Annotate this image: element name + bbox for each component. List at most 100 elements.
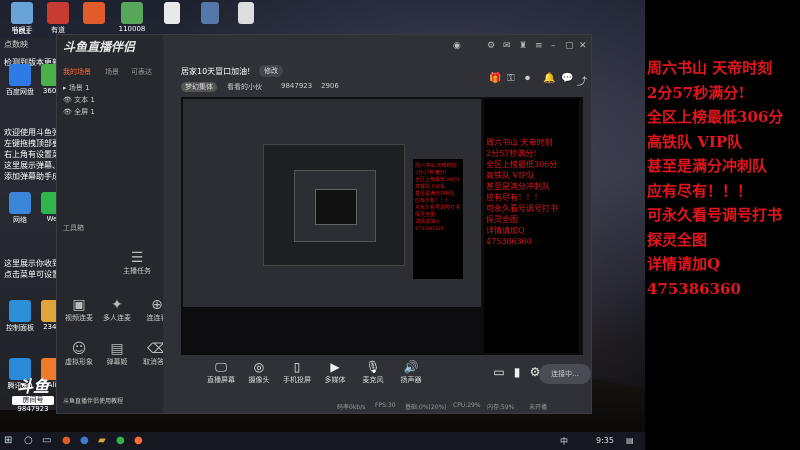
desktop-icon-b[interactable]: DELL: [4, 14, 40, 36]
preview-ad-line-3: 全区上榜最低306分: [486, 160, 558, 169]
users-icon: ✦: [111, 297, 123, 313]
ad-line-1: 周六书山 天帝时刻: [647, 59, 773, 77]
screen-source-button[interactable]: 🖵 直播屏幕: [203, 360, 239, 385]
tutorial-link[interactable]: 斗鱼直播伴侣使用教程: [63, 397, 123, 407]
close-icon[interactable]: ✕: [579, 41, 587, 51]
user-avatar[interactable]: ◉: [453, 41, 461, 51]
ad-line-10: 475386360: [647, 279, 741, 298]
viewer-count-a: 9847923: [281, 82, 313, 90]
multi-link-button[interactable]: ✦ 多人连麦: [97, 297, 137, 323]
avatar-icon: ☺: [71, 341, 87, 357]
task-view-icon[interactable]: ▭: [42, 435, 51, 446]
preview-ad-line-8: 探灵全图: [486, 215, 518, 224]
desktop-icon-d[interactable]: [76, 2, 112, 25]
camera-icon: ◎: [253, 360, 265, 374]
ad-line-3: 全区上榜最低306分: [647, 108, 784, 126]
taskbar: ⊞ ○ ▭ ● ● ▰ ● ● 中 9:35 ▤: [0, 432, 645, 450]
desktop-icon-control-label: 控制面板: [6, 324, 34, 332]
status-cpu-a: 基础:0%(20%): [405, 404, 447, 411]
ad-line-9: 详情请加Q: [647, 255, 721, 273]
speaker-icon: 🔊: [403, 360, 419, 374]
app-main-area: ◉ ⚙ ✉ ♜ ≡ – ▢ ✕ 居家10天冒口加油! 修改 梦幻集体 看看的小伙…: [163, 35, 591, 413]
screen-source-label: 直播屏幕: [207, 376, 235, 384]
phone-icon: ▯: [293, 360, 301, 374]
desktop-icon-h[interactable]: [228, 2, 264, 25]
desktop-icon-baidu[interactable]: 百度网盘: [2, 64, 38, 97]
speaker-label: 扬声器: [400, 376, 422, 384]
preview-ad-nested-line-9: 详情请加Q: [415, 219, 440, 225]
tab-my-scenes[interactable]: 我的场景: [63, 67, 91, 77]
desktop-icon-g[interactable]: [192, 2, 228, 25]
app-logo: 斗鱼直播伴侣: [63, 40, 136, 54]
preview-ad-line-4: 高铁队 VIP队: [486, 171, 535, 180]
microphone-icon: 🎙: [365, 360, 381, 374]
microphone-label: 麦克风: [362, 376, 384, 384]
preview-nested-window: 周六书山 天帝时刻 2分57秒满分! 全区上榜最低306分 高铁队 VIP队 甚…: [183, 99, 481, 307]
scene-item-full[interactable]: 👁 全屏 1: [63, 107, 95, 117]
speaker-button[interactable]: 🔊 扬声器: [393, 360, 429, 385]
game-badge[interactable]: 梦幻集体: [181, 82, 217, 92]
scene-item-text-label: 文本 1: [74, 96, 95, 104]
bell-icon[interactable]: 🔔: [543, 73, 555, 84]
minimize-icon[interactable]: –: [551, 41, 556, 51]
lang-indicator[interactable]: 中: [560, 436, 568, 447]
mail-icon[interactable]: ✉: [503, 41, 511, 51]
microphone-button[interactable]: 🎙 麦克风: [355, 360, 391, 385]
desktop-icon-baidu-label: 百度网盘: [6, 88, 34, 96]
desktop-icon-f[interactable]: [154, 2, 190, 25]
taskbar-app-1-icon[interactable]: ●: [62, 435, 71, 446]
status-fps: FPS:30: [375, 402, 396, 409]
tab-scenes[interactable]: 场景: [105, 67, 119, 77]
settings-icon[interactable]: ⚙: [487, 41, 495, 51]
avatar-button[interactable]: ☺ 虚拟形象: [59, 341, 99, 367]
search-icon[interactable]: ○: [24, 435, 33, 446]
preview-ad-nested-line-6: 应有尽有！！！: [415, 198, 451, 204]
taskbar-app-2-icon[interactable]: ●: [80, 435, 89, 446]
task-icon: ☰: [130, 250, 144, 266]
taskbar-app-3-icon[interactable]: ●: [116, 435, 125, 446]
video-link-button[interactable]: ▣ 视频连麦: [59, 297, 99, 323]
danmu-button[interactable]: ▤ 弹幕姬: [97, 341, 137, 367]
desktop-icon-control[interactable]: 控制面板: [2, 300, 38, 333]
desktop-icon-c[interactable]: 有道: [40, 2, 76, 35]
notification-icon[interactable]: ▤: [626, 436, 634, 445]
clock[interactable]: 9:35: [596, 436, 614, 445]
desktop-icon-e[interactable]: 110008: [114, 2, 150, 33]
media-label: 多媒体: [324, 376, 346, 384]
lock-icon[interactable]: ⚿: [507, 73, 515, 84]
video-link-label: 视频连麦: [65, 314, 93, 322]
phone-cast-button[interactable]: ▯ 手机投屏: [279, 360, 315, 385]
shirt-icon[interactable]: ♜: [519, 41, 527, 51]
danmu-icon: ▤: [110, 341, 124, 357]
scene-item-text[interactable]: 👁 文本 1: [63, 95, 95, 105]
preview-ad-text: 周六书山 天帝时刻 2分57秒满分! 全区上榜最低306分 高铁队 VIP队 甚…: [484, 99, 579, 353]
folder-icon[interactable]: ▰: [98, 435, 106, 446]
menu-icon[interactable]: ≡: [535, 41, 543, 51]
panel-header: 点数映: [4, 40, 28, 49]
gift-icon[interactable]: 🎁: [489, 73, 501, 84]
desktop-icon-b-label: DELL: [13, 28, 31, 36]
desktop-icon-network[interactable]: 网络: [2, 192, 38, 225]
camera-button[interactable]: ◎ 摄像头: [241, 360, 277, 385]
ad-line-2: 2分57秒满分!: [647, 83, 745, 102]
tab-expression[interactable]: 可表达: [131, 67, 152, 77]
danmu-label: 弹幕姬: [106, 358, 128, 366]
taskbar-app-4-icon[interactable]: ●: [134, 435, 143, 446]
start-live-button[interactable]: 连接中...: [539, 364, 591, 384]
preview-ad-line-9: 详情请加Q: [486, 226, 525, 235]
desktop-icon-e-label: 110008: [118, 25, 146, 33]
edit-title-button[interactable]: 修改: [259, 65, 283, 77]
windows-start-icon[interactable]: ⊞: [4, 435, 12, 446]
chat-icon[interactable]: 💬: [561, 73, 573, 84]
anchor-task-button[interactable]: ☰ 主播任务: [117, 250, 157, 276]
media-button[interactable]: ▶ 多媒体: [317, 360, 353, 385]
desktop-icon-c-label: 有道: [51, 26, 65, 34]
status-live-state: 未开播: [529, 404, 548, 411]
scene-item-1[interactable]: ▸ 场景 1: [63, 83, 89, 93]
ad-text-panel: 周六书山 天帝时刻 2分57秒满分! 全区上榜最低306分 高铁队 VIP队 甚…: [645, 0, 800, 450]
maximize-icon[interactable]: ▢: [565, 41, 574, 51]
douyu-watermark: 斗鱼 房间号 9847923: [12, 378, 54, 413]
preview-ad-nested-line-2: 2分57秒满分!: [415, 170, 447, 176]
record-icon[interactable]: ⏺: [525, 73, 530, 84]
share-icon[interactable]: ⤴: [577, 73, 587, 88]
